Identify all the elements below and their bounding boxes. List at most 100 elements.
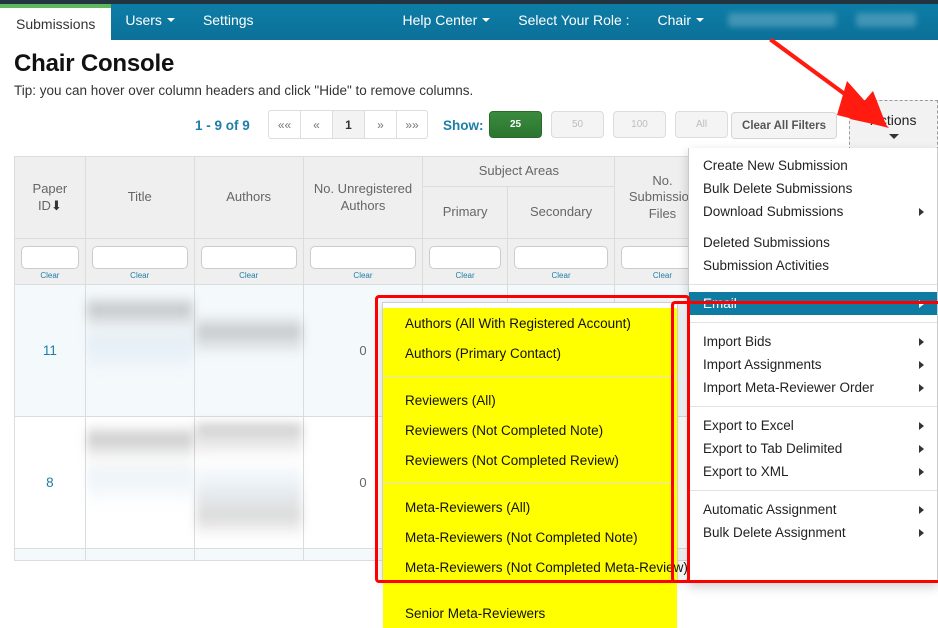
column-header-title[interactable]: Title <box>85 157 194 239</box>
top-navbar: Submissions Users Settings Help Center S… <box>0 0 938 40</box>
nav-item-role-chair[interactable]: Chair <box>644 0 718 40</box>
menu-item-create-new-submission[interactable]: Create New Submission <box>689 154 937 177</box>
menu-item-label: Email <box>703 296 737 311</box>
menu-item-export-to-excel[interactable]: Export to Excel <box>689 414 937 437</box>
menu-item-email[interactable]: Email <box>689 292 937 315</box>
submenu-gap <box>383 377 677 385</box>
submenu-item-reviewers-not-completed-review[interactable]: Reviewers (Not Completed Review) <box>383 445 677 475</box>
nav-item-help-center[interactable]: Help Center <box>389 0 505 40</box>
menu-item-import-bids[interactable]: Import Bids <box>689 330 937 353</box>
pager-next-button[interactable]: » <box>364 110 396 139</box>
page-size-100-button[interactable]: 100 <box>613 111 666 138</box>
nav-item-settings[interactable]: Settings <box>189 0 268 40</box>
paper-id-link[interactable]: 8 <box>46 475 54 490</box>
filter-clear-primary[interactable]: Clear <box>429 271 500 280</box>
chevron-down-icon <box>696 18 704 22</box>
show-label: Show: <box>443 118 484 133</box>
redacted-title <box>87 424 193 542</box>
pager-first-button[interactable]: «« <box>268 110 300 139</box>
column-header-paper-id[interactable]: Paper ID⬇ <box>15 157 86 239</box>
chevron-down-icon <box>167 18 175 22</box>
menu-separator <box>689 406 937 407</box>
filter-input-authors[interactable] <box>201 246 297 269</box>
filter-input-no-unregistered-authors[interactable] <box>310 246 417 269</box>
redacted-sign-out[interactable] <box>856 13 916 27</box>
submenu-item-meta-reviewers-all[interactable]: Meta-Reviewers (All) <box>383 492 677 522</box>
menu-item-import-assignments[interactable]: Import Assignments <box>689 353 937 376</box>
filter-input-paper-id[interactable] <box>21 246 79 269</box>
redacted-authors <box>196 305 302 397</box>
page-size-all-button[interactable]: All <box>675 111 728 138</box>
filter-cell-paper-id: Clear <box>15 239 86 285</box>
page-size-25-button[interactable]: 25 <box>489 111 542 138</box>
column-header-primary[interactable]: Primary <box>423 187 507 239</box>
menu-item-export-to-tab-delimited[interactable]: Export to Tab Delimited <box>689 437 937 460</box>
column-header-no-unregistered-authors[interactable]: No. Unregistered Authors <box>303 157 423 239</box>
submenu-item-meta-reviewers-not-completed-meta-review[interactable]: Meta-Reviewers (Not Completed Meta-Revie… <box>383 552 677 582</box>
submenu-item-meta-reviewers-not-completed-note[interactable]: Meta-Reviewers (Not Completed Note) <box>383 522 677 552</box>
cell-paper-id: 8 <box>15 417 86 549</box>
menu-item-label: Create New Submission <box>703 158 848 173</box>
menu-item-bulk-delete-submissions[interactable]: Bulk Delete Submissions <box>689 177 937 200</box>
menu-item-label: Import Assignments <box>703 357 822 372</box>
submenu-item-senior-meta-reviewers[interactable]: Senior Meta-Reviewers <box>383 598 677 628</box>
filter-clear-authors[interactable]: Clear <box>201 271 297 280</box>
menu-gap <box>689 223 937 231</box>
email-submenu: Authors (All With Registered Account) Au… <box>382 302 678 583</box>
menu-item-label: Export to XML <box>703 464 789 479</box>
chevron-right-icon <box>919 422 924 430</box>
menu-item-automatic-assignment[interactable]: Automatic Assignment <box>689 498 937 521</box>
chevron-down-icon <box>482 18 490 22</box>
nav-item-label: Submissions <box>16 16 95 32</box>
filter-clear-title[interactable]: Clear <box>92 271 188 280</box>
filter-clear-secondary[interactable]: Clear <box>514 271 609 280</box>
menu-item-submission-activities[interactable]: Submission Activities <box>689 254 937 277</box>
filter-clear-paper-id[interactable]: Clear <box>21 271 79 280</box>
menu-item-bulk-delete-assignment[interactable]: Bulk Delete Assignment <box>689 521 937 544</box>
paper-id-link[interactable]: 11 <box>43 343 57 358</box>
menu-item-label: Export to Excel <box>703 418 794 433</box>
navbar-spacer <box>268 0 389 40</box>
pager-page-1-button[interactable]: 1 <box>332 110 364 139</box>
cell-authors <box>194 549 303 561</box>
filter-input-secondary[interactable] <box>514 246 609 269</box>
redacted-user-name[interactable] <box>728 13 836 27</box>
filter-clear-no-unregistered-authors[interactable]: Clear <box>310 271 417 280</box>
pager-prev-button[interactable]: « <box>300 110 332 139</box>
pagination: «« « 1 » »» <box>268 110 428 139</box>
menu-item-label: Submission Activities <box>703 258 829 273</box>
nav-item-submissions[interactable]: Submissions <box>0 4 111 40</box>
menu-item-import-meta-reviewer-order[interactable]: Import Meta-Reviewer Order <box>689 376 937 399</box>
cell-authors <box>194 417 303 549</box>
submenu-item-reviewers-not-completed-note[interactable]: Reviewers (Not Completed Note) <box>383 415 677 445</box>
page-size-50-button[interactable]: 50 <box>551 111 604 138</box>
pager-last-button[interactable]: »» <box>396 110 428 139</box>
menu-item-download-submissions[interactable]: Download Submissions <box>689 200 937 223</box>
filter-input-title[interactable] <box>92 246 188 269</box>
annotation-arrow-to-actions <box>755 35 905 130</box>
submenu-item-reviewers-all[interactable]: Reviewers (All) <box>383 385 677 415</box>
chevron-right-icon <box>919 208 924 216</box>
menu-separator <box>689 490 937 491</box>
chevron-right-icon <box>919 529 924 537</box>
redacted-authors <box>196 423 302 543</box>
menu-item-export-to-xml[interactable]: Export to XML <box>689 460 937 483</box>
menu-item-label: Import Meta-Reviewer Order <box>703 380 874 395</box>
menu-item-label: Deleted Submissions <box>703 235 830 250</box>
chevron-right-icon <box>919 361 924 369</box>
nav-item-label: Help Center <box>403 12 478 28</box>
sort-descending-icon: ⬇ <box>51 198 62 213</box>
menu-item-deleted-submissions[interactable]: Deleted Submissions <box>689 231 937 254</box>
nav-item-label: Users <box>125 12 162 28</box>
submenu-item-authors-primary-contact[interactable]: Authors (Primary Contact) <box>383 338 677 368</box>
cell-title <box>85 417 194 549</box>
page-title: Chair Console <box>14 50 174 78</box>
submenu-item-authors-all-with-registered-account[interactable]: Authors (All With Registered Account) <box>383 308 677 338</box>
nav-item-users[interactable]: Users <box>111 0 189 40</box>
column-header-secondary[interactable]: Secondary <box>507 187 615 239</box>
filter-cell-authors: Clear <box>194 239 303 285</box>
filter-input-primary[interactable] <box>429 246 500 269</box>
cell-paper-id <box>15 549 86 561</box>
column-header-authors[interactable]: Authors <box>194 157 303 239</box>
submenu-gap <box>383 484 677 492</box>
